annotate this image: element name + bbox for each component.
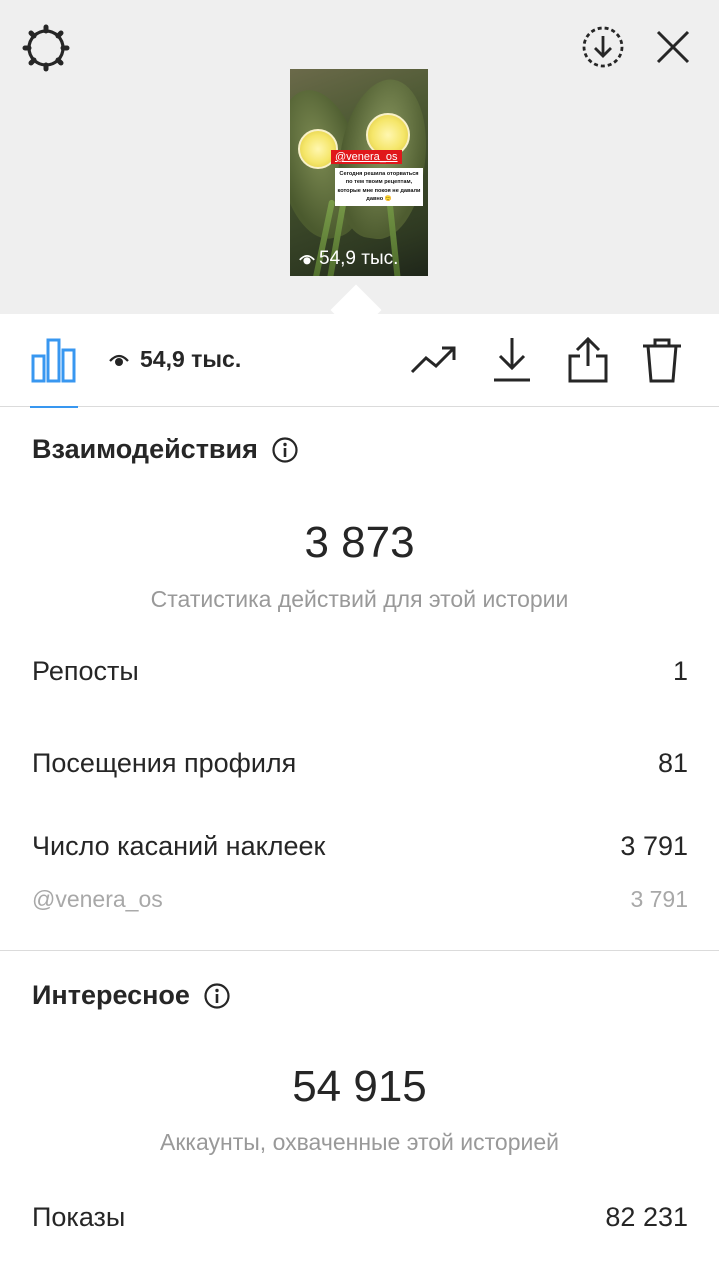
promote-button[interactable]	[410, 336, 458, 384]
active-tab-indicator	[30, 406, 78, 408]
share-button[interactable]	[564, 336, 612, 384]
save-story-button[interactable]	[576, 20, 630, 74]
stat-value: 3 791	[620, 831, 688, 861]
story-caption-text: Сегодня решила оторваться по тем твоим р…	[335, 168, 423, 206]
stat-sub-value: 3 791	[630, 886, 688, 912]
stat-label: Посещения профиля	[32, 748, 297, 778]
tab-insights[interactable]	[30, 336, 78, 408]
discovery-title: Интересное	[32, 980, 190, 1010]
interactions-heading: Взаимодействия	[32, 434, 298, 465]
eye-icon	[109, 354, 129, 366]
download-button[interactable]	[488, 336, 536, 384]
stat-value: 1	[672, 656, 688, 686]
interactions-total: 3 873	[304, 518, 415, 567]
stat-sub-label: @venera_os	[32, 886, 163, 912]
interactions-title: Взаимодействия	[32, 434, 258, 464]
bar-chart-icon	[31, 338, 76, 383]
stat-label: Репосты	[32, 656, 139, 686]
discovery-heading: Интересное	[32, 980, 230, 1011]
story-views-label: 54,9 тыс.	[319, 248, 399, 269]
settings-button[interactable]	[18, 20, 74, 76]
discovery-caption: Аккаунты, охваченные этой историей	[160, 1129, 559, 1155]
circle-download-icon	[582, 26, 624, 68]
stat-row-sticker-taps: Число касаний наклеек 3 791	[32, 831, 688, 862]
stat-label: Число касаний наклеек	[32, 831, 326, 861]
interactions-caption: Статистика действий для этой истории	[150, 586, 569, 612]
stat-label: Показы	[32, 1202, 126, 1232]
trend-arrow-icon	[410, 346, 456, 374]
info-icon[interactable]	[272, 436, 298, 463]
story-preview-area: @venera_os Сегодня решила оторваться по …	[0, 0, 719, 314]
trash-icon	[643, 338, 681, 383]
close-button[interactable]	[648, 20, 698, 74]
story-mention-sticker: @venera_os	[331, 150, 402, 164]
stat-value: 82 231	[605, 1202, 688, 1232]
close-icon	[656, 30, 690, 64]
story-thumbnail[interactable]: @venera_os Сегодня решила оторваться по …	[290, 69, 428, 276]
story-toolbar: 54,9 тыс.	[0, 314, 719, 408]
discovery-total: 54 915	[292, 1062, 427, 1111]
download-icon	[494, 338, 530, 382]
info-icon[interactable]	[204, 982, 230, 1009]
stat-row-shares: Репосты 1	[32, 656, 688, 687]
delete-button[interactable]	[638, 336, 686, 384]
views-summary: 54,9 тыс.	[108, 346, 241, 373]
story-views-overlay: 54,9 тыс.	[298, 248, 398, 270]
stat-subrow-mention: @venera_os 3 791	[32, 886, 688, 913]
eye-icon	[299, 254, 315, 265]
stat-row-impressions: Показы 82 231	[32, 1202, 688, 1233]
section-divider	[0, 950, 719, 951]
gear-icon	[22, 24, 70, 72]
stat-row-profile-visits: Посещения профиля 81	[32, 748, 688, 779]
views-count: 54,9 тыс.	[140, 346, 242, 372]
stat-value: 81	[657, 748, 688, 778]
share-icon	[568, 336, 608, 383]
